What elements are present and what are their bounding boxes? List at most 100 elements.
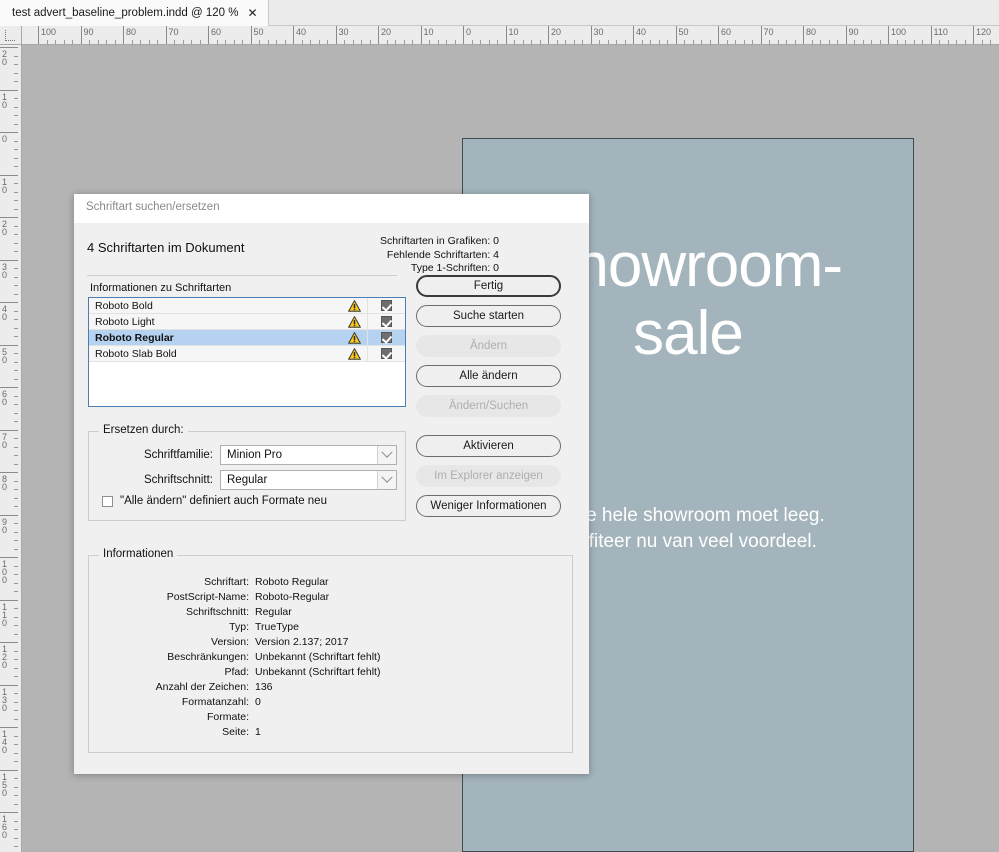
- ruler-tick: [0, 344, 18, 346]
- ruler-minor-tick: [14, 123, 18, 125]
- font-stat-line: Fehlende Schriftarten: 4: [386, 248, 499, 261]
- font-info-value: Version 2.137; 2017: [255, 636, 349, 648]
- warning-triangle-icon: [341, 315, 367, 328]
- font-list[interactable]: Roboto Bold Roboto Light Roboto Regular Rob…: [88, 297, 406, 407]
- ruler-label: 30: [338, 27, 349, 37]
- ruler-minor-tick: [14, 166, 18, 167]
- info-group-legend: Informationen: [99, 548, 178, 560]
- close-icon[interactable]: ✕: [247, 7, 257, 19]
- font-enabled-checkbox[interactable]: [381, 300, 392, 311]
- dialog-button-aktivieren[interactable]: Aktivieren: [416, 435, 561, 457]
- ruler-minor-tick: [14, 72, 18, 74]
- chevron-down-icon[interactable]: [377, 446, 396, 464]
- ruler-minor-tick: [437, 40, 439, 44]
- warning-triangle-icon: [341, 331, 367, 344]
- redefine-styles-checkbox-row[interactable]: "Alle ändern" definiert auch Formate neu: [102, 495, 327, 507]
- ruler-label: 10: [2, 176, 8, 195]
- ruler-label: 120: [976, 27, 992, 37]
- ruler-minor-tick: [913, 40, 915, 44]
- font-enabled-checkbox[interactable]: [381, 316, 392, 327]
- font-checkbox-cell[interactable]: [367, 346, 405, 361]
- horizontal-ruler[interactable]: 100 90 80 70 60 50 40 30 20 10 0 10 20 30 40 50 60 70 80 90…: [22, 26, 999, 45]
- ruler-label: 120: [2, 644, 8, 670]
- chevron-down-icon[interactable]: [377, 471, 396, 489]
- dialog-titlebar[interactable]: Schriftart suchen/ersetzen: [74, 194, 589, 223]
- ruler-minor-tick: [14, 489, 18, 490]
- ruler-tick: [0, 727, 18, 728]
- font-style-combo[interactable]: Regular: [220, 470, 397, 490]
- font-info-value: TrueType: [255, 621, 299, 633]
- ruler-minor-tick: [14, 336, 18, 337]
- font-checkbox-cell[interactable]: [367, 298, 405, 313]
- ruler-minor-tick: [786, 40, 787, 44]
- ruler-label: 100: [891, 27, 907, 37]
- font-enabled-checkbox[interactable]: [381, 332, 392, 343]
- ruler-minor-tick: [497, 40, 498, 44]
- ruler-minor-tick: [55, 40, 56, 44]
- ruler-tick: [0, 132, 18, 133]
- ruler-label: 50: [2, 346, 8, 365]
- font-info-key: Anzahl der Zeichen:: [155, 681, 249, 693]
- ruler-label: 100: [41, 27, 57, 37]
- vertical-ruler[interactable]: 2010010203040506070809010011012013014015…: [0, 45, 22, 852]
- ruler-minor-tick: [14, 565, 18, 567]
- dialog-button-alle-ndern[interactable]: Alle ändern: [416, 365, 561, 387]
- ruler-tick: [0, 812, 18, 813]
- find-replace-font-dialog: Schriftart suchen/ersetzen 4 Schriftarte…: [74, 194, 589, 774]
- dialog-button-fertig[interactable]: Fertig: [416, 275, 561, 297]
- ruler-label: 60: [2, 389, 8, 407]
- font-checkbox-cell[interactable]: [367, 330, 405, 345]
- redefine-styles-checkbox[interactable]: [102, 495, 113, 507]
- dialog-button-weniger-informationen[interactable]: Weniger Informationen: [416, 495, 561, 517]
- ruler-label: 160: [2, 814, 8, 840]
- font-info-key: Beschränkungen:: [167, 651, 249, 663]
- ruler-minor-tick: [106, 40, 107, 44]
- font-list-row[interactable]: Roboto Bold: [89, 298, 405, 314]
- ruler-tick: [0, 47, 18, 48]
- ruler-label: 140: [2, 729, 8, 755]
- ruler-minor-tick: [199, 40, 201, 44]
- font-enabled-checkbox[interactable]: [381, 348, 392, 359]
- ruler-minor-tick: [14, 718, 18, 720]
- ruler-minor-tick: [14, 676, 18, 677]
- ruler-minor-tick: [412, 40, 413, 44]
- ruler-minor-tick: [14, 404, 18, 405]
- font-list-row[interactable]: Roboto Regular: [89, 330, 405, 346]
- ruler-minor-tick: [14, 353, 18, 354]
- warning-triangle-icon: [341, 299, 367, 312]
- font-info-key: Schriftschnitt:: [185, 606, 249, 618]
- ruler-minor-tick: [369, 40, 371, 44]
- ruler-origin-corner[interactable]: [0, 26, 22, 45]
- font-family-combo[interactable]: Minion Pro: [220, 445, 397, 465]
- ruler-minor-tick: [14, 310, 18, 312]
- ruler-minor-tick: [922, 40, 923, 44]
- ruler-minor-tick: [607, 40, 609, 44]
- ruler-tick: [0, 302, 18, 303]
- font-list-row[interactable]: Roboto Slab Bold: [89, 346, 405, 362]
- font-checkbox-cell[interactable]: [367, 314, 405, 329]
- font-list-row[interactable]: Roboto Light: [89, 314, 405, 330]
- ruler-minor-tick: [14, 846, 18, 847]
- font-stat-line: Schriftarten in Grafiken: 0: [379, 235, 499, 247]
- ruler-label: 50: [253, 27, 264, 37]
- ruler-minor-tick: [14, 693, 18, 694]
- ruler-minor-tick: [14, 327, 18, 329]
- ruler-minor-tick: [216, 40, 218, 44]
- ruler-minor-tick: [565, 40, 566, 44]
- document-tab[interactable]: test advert_baseline_problem.indd @ 120 …: [0, 0, 269, 26]
- ruler-minor-tick: [582, 40, 583, 44]
- ruler-minor-tick: [14, 242, 18, 244]
- ruler-minor-tick: [726, 40, 728, 44]
- ruler-minor-tick: [701, 40, 702, 44]
- font-info-value: 0: [255, 696, 261, 708]
- dialog-button-suche-starten[interactable]: Suche starten: [416, 305, 561, 327]
- ruler-minor-tick: [522, 40, 524, 44]
- ruler-minor-tick: [641, 40, 643, 44]
- ruler-minor-tick: [14, 183, 18, 184]
- font-info-key: Seite:: [222, 726, 249, 738]
- ruler-minor-tick: [14, 463, 18, 465]
- ruler-label: 30: [593, 27, 604, 37]
- ruler-label: 20: [2, 49, 8, 67]
- font-info-key: Typ:: [229, 621, 249, 633]
- ruler-tick: [0, 472, 18, 473]
